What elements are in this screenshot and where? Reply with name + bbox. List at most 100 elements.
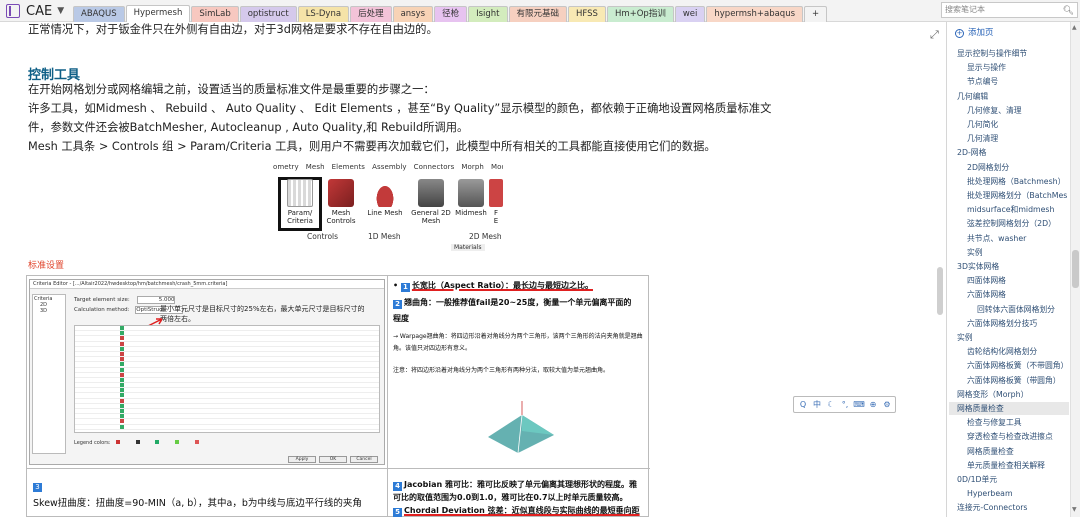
search-icon[interactable]: Q: [797, 400, 809, 409]
page-item[interactable]: 几何简化: [967, 118, 1080, 131]
jacobian-text-1: Jacobian 雅可比：雅可比反映了单元偏离其理想形状的程度。雅: [404, 480, 637, 489]
page-item[interactable]: 弦差控制网格划分（2D）: [967, 217, 1080, 230]
page-item[interactable]: 实例: [957, 331, 1075, 344]
page-item[interactable]: 实例: [967, 246, 1080, 259]
page-item[interactable]: 连接元-Connectors: [957, 501, 1075, 514]
page-scrollbar-thumb[interactable]: [937, 267, 943, 315]
page-content[interactable]: 正常情况下，对于钣金件只在外侧有自由边，对于3d网格是要求不存在自由边的。 控制…: [0, 22, 946, 517]
scroll-up-icon[interactable]: ▲: [1072, 24, 1077, 31]
page-item[interactable]: 六面体网格板簧（带圆角）: [967, 374, 1080, 387]
criterion-warpage: 2 翘曲角：一般推荐值fail是20~25度，衡量一个单元偏离平面的: [393, 297, 631, 309]
scrollbar-thumb[interactable]: [1072, 250, 1079, 288]
tab--[interactable]: 径枪: [434, 6, 468, 22]
calc-method-label: Calculation method:: [74, 307, 130, 313]
page-item[interactable]: 几何清理: [967, 132, 1080, 145]
skew-number: 3: [33, 480, 44, 492]
color-swatch: [120, 372, 124, 377]
search-icon[interactable]: 🔍︎: [1063, 4, 1074, 18]
notebook-selector[interactable]: CAE ▼: [6, 2, 64, 20]
tool-label: General 2D Mesh: [411, 209, 451, 225]
tool-label: F E: [493, 209, 499, 225]
section-tabs: ABAQUS Hypermesh SimLab optistruct LS-Dyna 后处…: [73, 5, 828, 22]
page-item[interactable]: 齿轮结构化网格划分: [967, 345, 1080, 358]
expand-icon[interactable]: ⤢: [930, 28, 939, 42]
page-item[interactable]: 六面体网格划分技巧: [967, 317, 1080, 330]
tab-add[interactable]: +: [804, 6, 828, 22]
number-badge: 1: [400, 283, 410, 292]
general-2d-mesh-icon: [418, 179, 444, 207]
settings-icon[interactable]: ⚙: [881, 400, 893, 409]
page-item[interactable]: 网格变形（Morph）: [957, 388, 1075, 401]
tab--[interactable]: 有限元基础: [508, 6, 568, 22]
toolbar-menu: ometry Mesh Elements Assembly Connectors Morp…: [273, 163, 503, 175]
top-bar: CAE ▼ ABAQUS Hypermesh SimLab optistruct LS-…: [0, 0, 1080, 22]
tab-isight[interactable]: Isight: [468, 6, 508, 22]
paragraph-1: 在开始网格划分或网格编辑之前，设置适当的质量标准文件是最重要的步骤之一：: [28, 83, 435, 96]
chinese-mode-icon[interactable]: 中: [811, 399, 823, 410]
tab-hypermsh-abaqus[interactable]: hypermsh+abaqus: [706, 6, 804, 22]
tab--[interactable]: 后处理: [350, 6, 392, 22]
page-item[interactable]: 回转体六面体网格划分: [977, 303, 1080, 316]
page-item[interactable]: midsurface和midmesh: [967, 203, 1080, 216]
tools-icon[interactable]: ⊕: [867, 400, 879, 409]
add-page-button[interactable]: + 添加页: [955, 26, 994, 38]
page-item[interactable]: 3D实体网格: [957, 260, 1075, 273]
tab-hm-op-[interactable]: Hm+Op指训: [606, 6, 674, 22]
page-item[interactable]: 批处理网格划分（BatchMes: [967, 189, 1080, 202]
tab-simlab[interactable]: SimLab: [191, 6, 239, 22]
punctuation-icon[interactable]: °,: [839, 400, 851, 409]
legend-label: Legend colors:: [74, 440, 111, 446]
page-item[interactable]: 显示与操作: [967, 61, 1080, 74]
page-item[interactable]: 0D/1D单元: [957, 473, 1075, 486]
page-item[interactable]: 六面体网格: [967, 288, 1080, 301]
criteria-table[interactable]: Criteria Editor - [.../Altair2022/hwdesk…: [26, 275, 650, 517]
menu-item: ometry: [273, 163, 299, 171]
page-item[interactable]: 几何修复、清理: [967, 104, 1080, 117]
menu-item: Connectors: [413, 163, 455, 171]
scroll-down-icon[interactable]: ▼: [1072, 506, 1077, 513]
search-input[interactable]: 搜索笔记本 🔍︎: [941, 2, 1078, 18]
page-item[interactable]: Hyperbeam: [967, 487, 1080, 500]
page-item[interactable]: 2D网格划分: [967, 161, 1080, 174]
page-item[interactable]: 节点编号: [967, 75, 1080, 88]
tab-wei[interactable]: wei: [674, 6, 706, 22]
page-item[interactable]: 2D-网格: [957, 146, 1075, 159]
page-item[interactable]: 网格质量检查: [967, 445, 1080, 458]
moon-icon[interactable]: ☾: [825, 400, 837, 409]
intro-text: 正常情况下，对于钣金件只在外侧有自由边，对于3d网格是要求不存在自由边的。: [28, 23, 438, 36]
color-swatch: [120, 403, 124, 408]
page-item[interactable]: 网格质量检查: [949, 402, 1069, 415]
page-item[interactable]: 四面体网格: [967, 274, 1080, 287]
page-item[interactable]: 共节点、washer: [967, 232, 1080, 245]
criteria-editor-screenshot: Criteria Editor - [.../Altair2022/hwdesk…: [29, 279, 385, 465]
tab-optistruct[interactable]: optistruct: [239, 6, 297, 22]
tab-abaqus[interactable]: ABAQUS: [73, 6, 125, 22]
page-item[interactable]: 几何编辑: [957, 90, 1075, 103]
criteria-annotation: 最小单元尺寸是目标尺寸的25%左右，最大单元尺寸是目标尺寸的两倍左右。: [160, 305, 365, 323]
color-swatch: [120, 341, 124, 346]
tool-label: Mesh Controls: [326, 209, 356, 225]
chordal-deviation-text: Chordal Deviation 弦差：近似直线段与实际曲线的最短垂向距: [404, 506, 640, 515]
page-item[interactable]: 批处理网格（Batchmesh）: [967, 175, 1080, 188]
ime-toolbar[interactable]: Q 中 ☾ °, ⌨ ⊕ ⚙: [793, 396, 896, 413]
ok-button: OK: [319, 456, 347, 463]
tab-hfss[interactable]: HFSS: [568, 6, 606, 22]
tab-hypermesh[interactable]: Hypermesh: [125, 5, 191, 22]
page-item[interactable]: 检查与修复工具: [967, 416, 1080, 429]
target-size-value: 5.000: [137, 296, 176, 304]
sidebar-scrollbar[interactable]: ▲ ▼: [1070, 22, 1080, 517]
tab-ls-dyna[interactable]: LS-Dyna: [297, 6, 350, 22]
page-item[interactable]: 单元质量检查相关解释: [967, 459, 1080, 472]
page-item[interactable]: 穿透检查与检查改进擦点: [967, 430, 1080, 443]
bullet: •: [393, 281, 401, 290]
legend-swatch: [135, 440, 140, 444]
toolbar-screenshot[interactable]: ometry Mesh Elements Assembly Connectors Morp…: [273, 163, 503, 251]
keyboard-icon[interactable]: ⌨: [853, 400, 865, 409]
page-item[interactable]: 六面体网格板簧（不带圆角）: [967, 359, 1080, 372]
page-list-sidebar: + 添加页 显示控制与操作细节 显示与操作 节点编号几何编辑 几何修复、清理 几何简化 几何…: [946, 22, 1080, 517]
color-swatch: [120, 326, 124, 330]
tab-ansys[interactable]: ansys: [392, 6, 434, 22]
group-label-1d-mesh: 1D Mesh: [368, 232, 401, 241]
page-item[interactable]: 显示控制与操作细节: [957, 47, 1075, 60]
color-swatch: [120, 346, 124, 351]
